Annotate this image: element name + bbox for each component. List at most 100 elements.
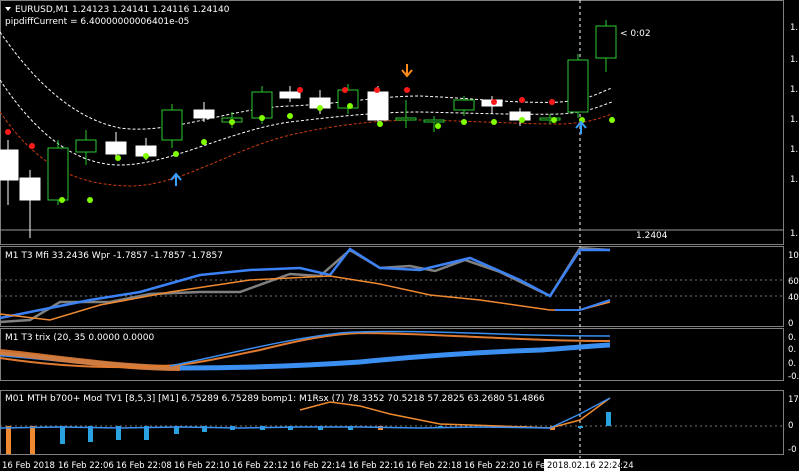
signal-dot-green	[259, 115, 265, 121]
signal-dot-green	[491, 119, 497, 125]
candle-body	[75, 139, 97, 153]
svg-text:-0.: -0.	[788, 372, 799, 382]
sub1-scale: 10 60 40 0	[788, 251, 799, 329]
candles-group	[0, 20, 617, 238]
histogram-group	[6, 412, 611, 454]
signal-dot-green	[435, 123, 441, 129]
svg-text:16 Feb 22:18: 16 Feb 22:18	[406, 461, 462, 471]
svg-text:16 Feb 22:08: 16 Feb 22:08	[116, 461, 172, 471]
svg-text:1.: 1.	[790, 229, 798, 239]
candle-body	[595, 25, 617, 59]
signal-dot-red	[5, 129, 11, 135]
candle-body	[105, 141, 127, 155]
candle-body	[567, 59, 589, 113]
svg-text:16 Feb 22:12: 16 Feb 22:12	[232, 461, 288, 471]
svg-text::24: :24	[620, 461, 634, 471]
svg-text:1.: 1.	[790, 145, 798, 155]
candle-body	[453, 99, 475, 111]
signal-dot-green	[115, 155, 121, 161]
signal-dot-red	[29, 143, 35, 149]
time-axis: 16 Feb 2018 16 Feb 22:06 16 Feb 22:08 16…	[2, 459, 634, 471]
svg-text:17: 17	[788, 395, 799, 405]
svg-text:40: 40	[788, 293, 799, 303]
signal-dot-red	[297, 87, 303, 93]
signal-dot-green	[317, 105, 323, 111]
signal-dot-green	[377, 121, 383, 127]
candle-body	[423, 119, 445, 123]
signal-dot-green	[59, 197, 65, 203]
mfi-line-tail	[555, 299, 611, 311]
signal-dot-green	[287, 113, 293, 119]
candle-body	[395, 117, 417, 121]
signal-dot-green	[201, 139, 207, 145]
histogram-bar	[606, 412, 611, 426]
buy-arrow-icon	[170, 172, 182, 186]
candle-body	[19, 177, 41, 201]
pipdiff-label: pipdiffCurrent = 6.40000000006401e-05	[5, 17, 189, 27]
signal-dot-red	[519, 97, 525, 103]
signal-dot-red	[549, 99, 555, 105]
signal-dot-green	[173, 151, 179, 157]
svg-text:16 Feb 22:10: 16 Feb 22:10	[174, 461, 230, 471]
svg-text:0: 0	[788, 319, 793, 329]
svg-text:-0: -0	[788, 445, 796, 455]
signal-dot-red	[374, 87, 380, 93]
price-line-label: 1.2404	[636, 231, 668, 241]
histogram-bar	[578, 426, 583, 428]
signal-dot-green	[87, 197, 93, 203]
svg-text:16 Feb 22:14: 16 Feb 22:14	[290, 461, 346, 471]
collapse-triangle-icon[interactable]	[5, 7, 11, 11]
sub1-title: M1 T3 Mfi 33.2436 Wpr -1.7857 -1.7857 -1…	[5, 251, 223, 261]
candle-body	[539, 117, 561, 121]
histogram-bar	[6, 426, 11, 454]
main-panel	[0, 0, 784, 245]
signal-dot-red	[342, 87, 348, 93]
svg-text:1.: 1.	[790, 85, 798, 95]
bar-countdown: < 0:02	[620, 29, 651, 39]
candle-body	[279, 91, 301, 99]
signal-dot-green	[229, 119, 235, 125]
signal-dot-red	[491, 99, 497, 105]
svg-text:16 Feb 22:16: 16 Feb 22:16	[348, 461, 404, 471]
signal-dot-green	[609, 117, 615, 123]
svg-text:16 Feb 22:06: 16 Feb 22:06	[58, 461, 114, 471]
svg-text:16 Feb 2018: 16 Feb 2018	[2, 461, 55, 471]
signal-dot-green	[143, 153, 149, 159]
signal-dot-red	[404, 87, 410, 93]
symbol-header: EURUSD,M1 1.24123 1.24141 1.24116 1.2414…	[15, 5, 230, 15]
svg-text:16 Feb 22:20: 16 Feb 22:20	[464, 461, 520, 471]
sub3-scale: 17 0 -0	[788, 395, 799, 455]
cursor-time-label: 2018.02.16 22:24	[547, 461, 623, 471]
candle-body	[193, 109, 215, 119]
histogram-bar	[30, 426, 35, 454]
chart-canvas[interactable]: EURUSD,M1 1.24123 1.24141 1.24116 1.2414…	[0, 0, 799, 471]
svg-text:1.: 1.	[790, 55, 798, 65]
svg-text:0.: 0.	[788, 359, 796, 369]
signal-dot-green	[347, 103, 353, 109]
svg-text:0.: 0.	[788, 345, 796, 355]
svg-text:10: 10	[788, 251, 799, 261]
signal-dot-green	[551, 117, 557, 123]
candle-body	[47, 147, 69, 201]
candle-body	[367, 91, 389, 121]
signal-dot-green	[461, 119, 467, 125]
signal-dot-green	[519, 117, 525, 123]
histogram-bar	[88, 426, 93, 442]
svg-text:1.: 1.	[790, 115, 798, 125]
sub3-title: M01 MTH b700+ Mod TV1 [8,5,3] [M1] 6.752…	[5, 394, 545, 404]
main-price-scale: 1. 1. 1. 1. 1. 1. 1.	[790, 23, 798, 239]
svg-text:0: 0	[788, 421, 793, 431]
svg-text:1.: 1.	[790, 23, 798, 33]
sell-arrow-icon	[401, 64, 413, 78]
signal-line	[0, 275, 611, 321]
candle-body	[161, 109, 183, 141]
svg-text:0.: 0.	[788, 333, 796, 343]
candle-body	[0, 149, 19, 181]
svg-text:1.: 1.	[790, 175, 798, 185]
histogram-bar	[60, 426, 65, 444]
main-header: EURUSD,M1 1.24123 1.24141 1.24116 1.2414…	[5, 5, 230, 27]
buy-arrow-icon	[575, 120, 587, 134]
svg-text:60: 60	[788, 277, 799, 287]
candle-body	[251, 91, 273, 119]
sub2-scale: 0. 0. 0. -0.	[788, 333, 799, 382]
